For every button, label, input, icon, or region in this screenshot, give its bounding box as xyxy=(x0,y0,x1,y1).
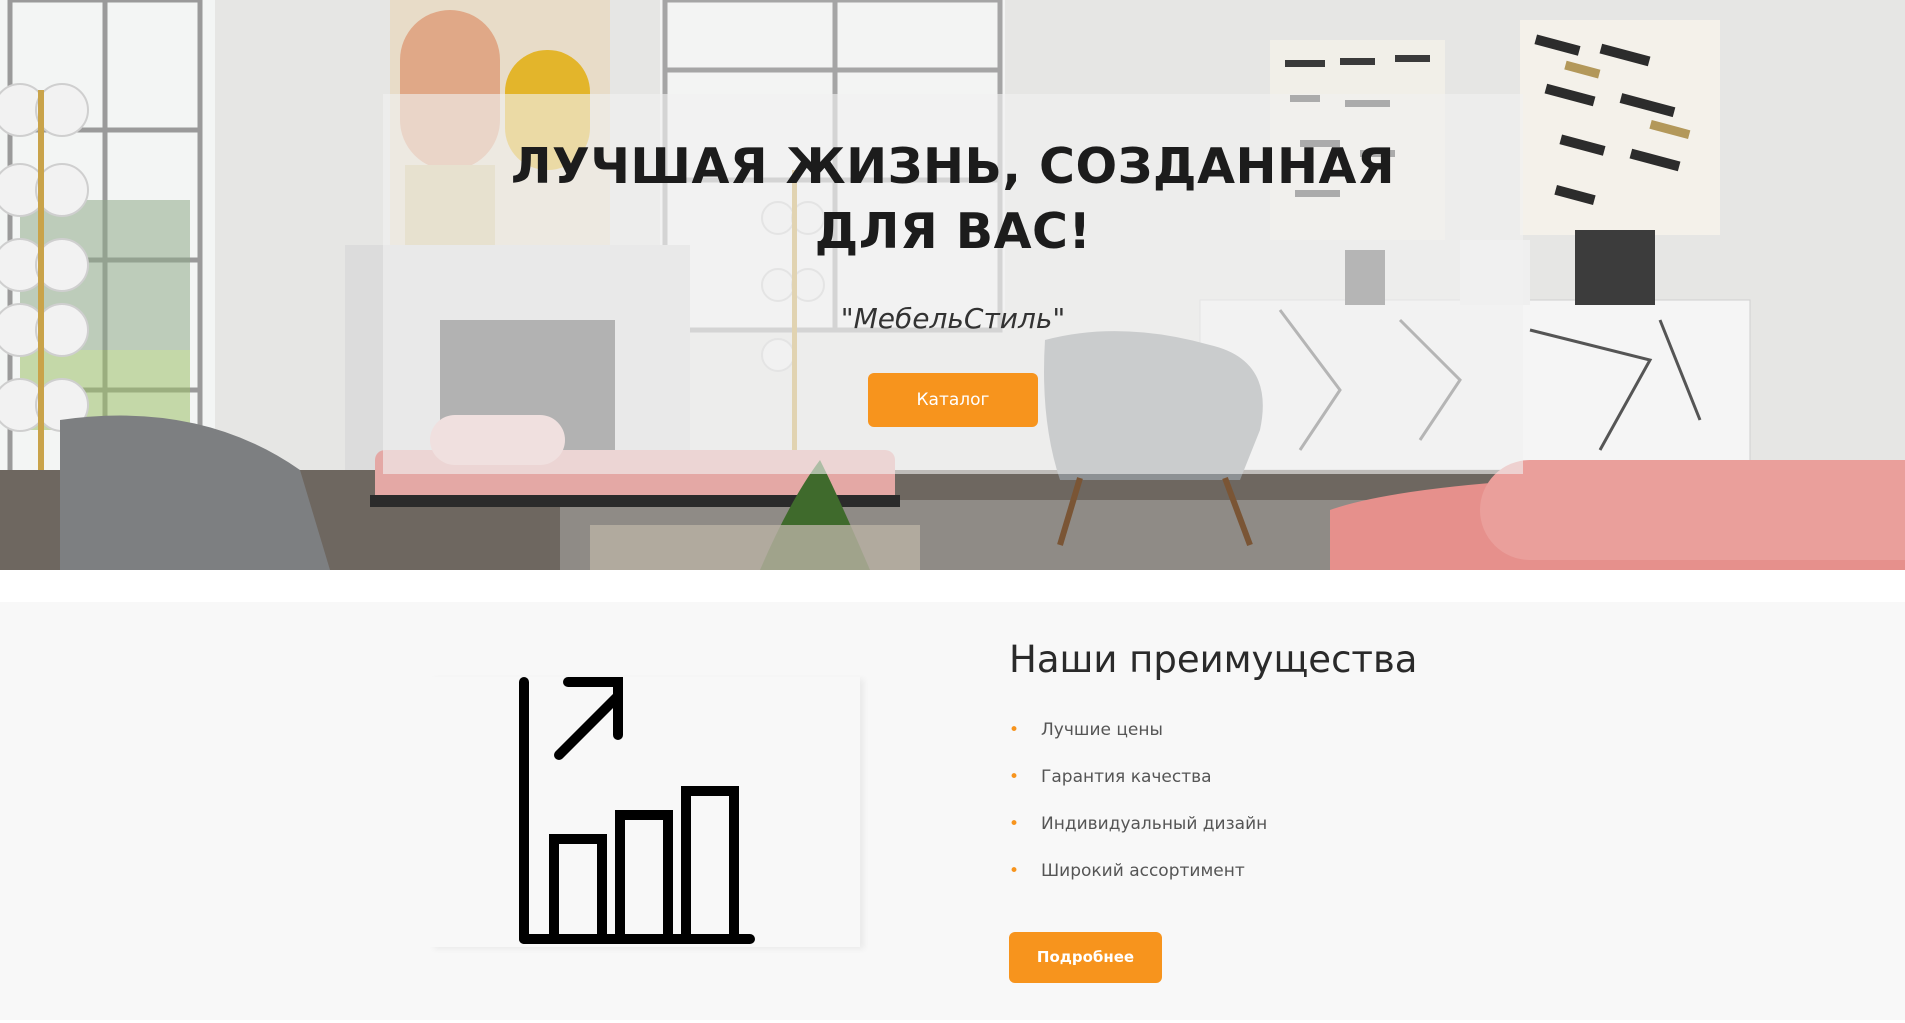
hero-title: ЛУЧШАЯ ЖИЗНЬ, СОЗДАННАЯ ДЛЯ ВАС! xyxy=(510,138,1396,260)
list-item: • Лучшие цены xyxy=(1009,719,1267,766)
list-item: • Индивидуальный дизайн xyxy=(1009,813,1267,860)
bullet-icon: • xyxy=(1009,861,1020,881)
list-item-label: Лучшие цены xyxy=(1041,720,1163,740)
hero-subtitle: "МебельСтиль" xyxy=(840,302,1066,335)
more-button[interactable]: Подробнее xyxy=(1009,932,1162,983)
bullet-icon: • xyxy=(1009,814,1020,834)
growth-chart-icon xyxy=(519,677,755,944)
hero-section: ЛУЧШАЯ ЖИЗНЬ, СОЗДАННАЯ ДЛЯ ВАС! "Мебель… xyxy=(0,0,1905,570)
advantages-list: • Лучшие цены • Гарантия качества • Инди… xyxy=(1009,719,1267,907)
bullet-icon: • xyxy=(1009,767,1020,787)
list-item: • Гарантия качества xyxy=(1009,766,1267,813)
list-item: • Широкий ассортимент xyxy=(1009,860,1267,907)
advantages-title: Наши преимущества xyxy=(1009,638,1418,681)
advantages-section: Наши преимущества • Лучшие цены • Гарант… xyxy=(0,602,1905,1020)
list-item-label: Широкий ассортимент xyxy=(1041,861,1245,881)
list-item-label: Индивидуальный дизайн xyxy=(1041,814,1268,834)
growth-chart-card xyxy=(430,677,860,947)
catalog-button[interactable]: Каталог xyxy=(868,373,1038,427)
list-item-label: Гарантия качества xyxy=(1041,767,1212,787)
bullet-icon: • xyxy=(1009,720,1020,740)
hero-overlay-panel: ЛУЧШАЯ ЖИЗНЬ, СОЗДАННАЯ ДЛЯ ВАС! "Мебель… xyxy=(383,94,1523,474)
